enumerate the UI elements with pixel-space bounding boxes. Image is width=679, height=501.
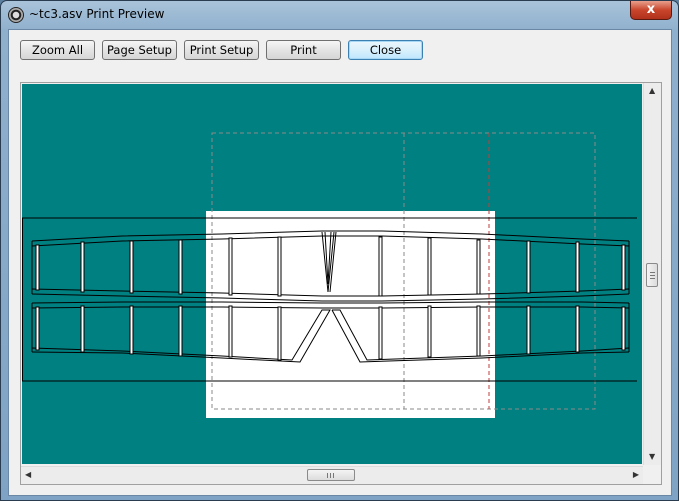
close-button[interactable]: Close xyxy=(348,40,423,60)
scrollbar-corner xyxy=(644,467,661,484)
close-icon: x xyxy=(646,2,656,17)
scroll-up-arrow-icon[interactable]: ▲ xyxy=(649,86,655,96)
preview-viewport: ▲ ▼ ◀ ▶ xyxy=(20,82,662,485)
preview-drawing xyxy=(22,132,637,418)
page-setup-button[interactable]: Page Setup xyxy=(102,40,177,60)
title-bar[interactable]: ~tc3.asv Print Preview x xyxy=(1,1,678,29)
horizontal-scroll-thumb[interactable] xyxy=(307,469,355,481)
app-icon[interactable] xyxy=(8,7,24,23)
scroll-left-arrow-icon[interactable]: ◀ xyxy=(25,470,31,480)
toolbar: Zoom All Page Setup Print Setup Print Cl… xyxy=(9,30,671,76)
print-preview-window: ~tc3.asv Print Preview x Zoom All Page S… xyxy=(0,0,679,501)
upper-wing-outline xyxy=(31,230,630,302)
print-setup-button[interactable]: Print Setup xyxy=(184,40,259,60)
vertical-scroll-thumb[interactable] xyxy=(646,263,658,287)
print-button[interactable]: Print xyxy=(266,40,341,60)
scroll-right-arrow-icon[interactable]: ▶ xyxy=(633,470,639,480)
client-area: Zoom All Page Setup Print Setup Print Cl… xyxy=(8,29,672,496)
zoom-all-button[interactable]: Zoom All xyxy=(20,40,95,60)
vertical-scrollbar[interactable]: ▲ ▼ xyxy=(643,83,661,465)
window-close-button[interactable]: x xyxy=(630,1,672,20)
window-title: ~tc3.asv Print Preview xyxy=(29,7,165,21)
preview-canvas[interactable] xyxy=(22,84,642,464)
scroll-down-arrow-icon[interactable]: ▼ xyxy=(649,452,655,462)
printed-page xyxy=(206,211,495,418)
horizontal-scrollbar[interactable]: ◀ ▶ xyxy=(21,466,643,484)
